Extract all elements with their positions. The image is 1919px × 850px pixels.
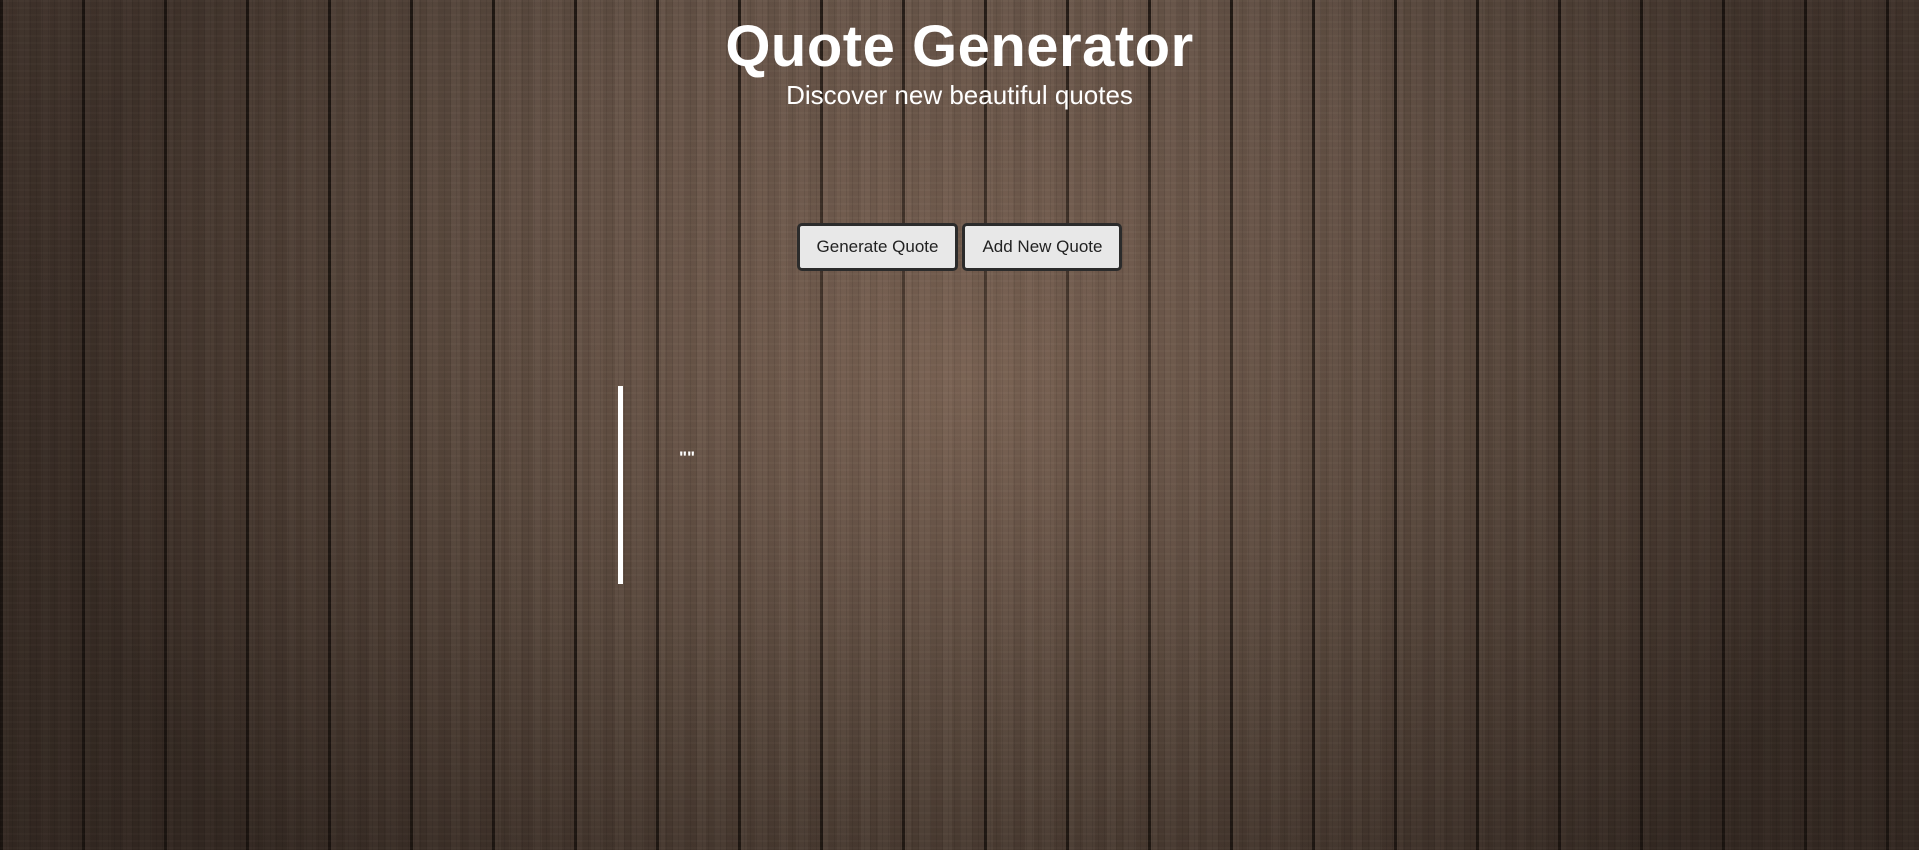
page-title: Quote Generator <box>725 14 1194 79</box>
wood-background <box>0 0 1919 850</box>
page-subtitle: Discover new beautiful quotes <box>786 80 1133 110</box>
controls: Generate Quote Add New Quote <box>0 223 1919 271</box>
quote-text: "" <box>679 448 696 467</box>
page-header: Quote Generator Discover new beautiful q… <box>0 14 1919 110</box>
quote-display: "" <box>618 386 695 584</box>
add-new-quote-button[interactable]: Add New Quote <box>962 223 1123 271</box>
generate-quote-button[interactable]: Generate Quote <box>796 223 959 271</box>
